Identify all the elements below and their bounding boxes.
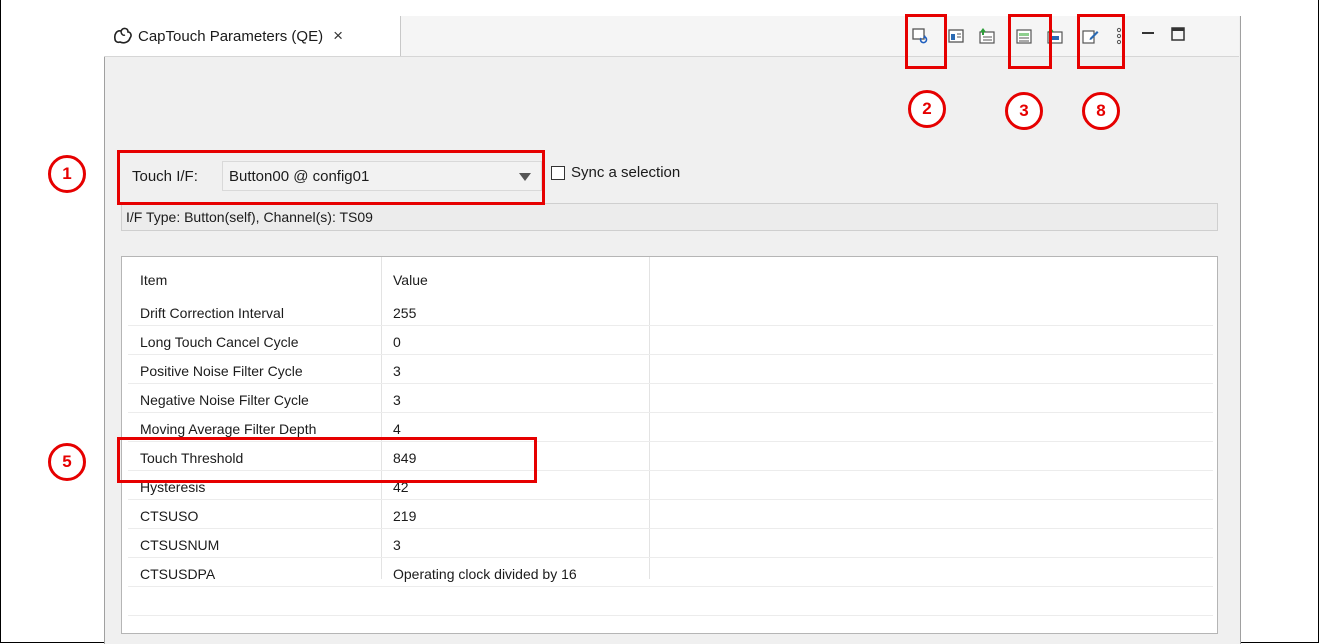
minimize-button[interactable] [1138, 24, 1158, 44]
table-row[interactable]: CTSUSDPA Operating clock divided by 16 [128, 562, 1213, 587]
panel-view-icon [948, 29, 964, 43]
item-cell: CTSUSDPA [140, 566, 216, 582]
callout-8: 8 [1082, 92, 1120, 130]
callout-2: 2 [908, 90, 946, 128]
item-cell: Drift Correction Interval [140, 305, 284, 321]
callout-5: 5 [48, 443, 86, 481]
table-row[interactable]: Positive Noise Filter Cycle 3 [128, 359, 1213, 384]
sync-selection-label: Sync a selection [571, 164, 681, 181]
tab-captouch-parameters[interactable]: CapTouch Parameters (QE) × [104, 16, 401, 56]
value-cell[interactable]: 3 [393, 363, 401, 379]
checkbox-box[interactable] [551, 165, 565, 180]
header-value[interactable]: Value [393, 272, 428, 288]
import-button[interactable] [977, 26, 997, 46]
view-tab-bar: CapTouch Parameters (QE) × [104, 16, 1239, 57]
maximize-button[interactable] [1168, 24, 1188, 44]
value-cell[interactable]: 3 [393, 392, 401, 408]
item-cell: Long Touch Cancel Cycle [140, 334, 299, 350]
minimize-icon [1142, 32, 1154, 34]
annotation-box-touch-threshold [117, 437, 537, 483]
item-cell: CTSUSO [140, 508, 199, 524]
tab-title: CapTouch Parameters (QE) [138, 27, 324, 45]
value-cell[interactable]: 0 [393, 334, 401, 350]
callout-1: 1 [48, 155, 86, 193]
captouch-hand-icon [114, 27, 132, 44]
table-row[interactable]: CTSUSO 219 [128, 504, 1213, 529]
callout-3: 3 [1005, 92, 1043, 130]
sync-selection-checkbox[interactable]: Sync a selection [551, 164, 680, 181]
import-icon [979, 28, 995, 44]
if-type-text: I/F Type: Button(self), Channel(s): TS09 [126, 209, 373, 225]
table-row[interactable]: CTSUSNUM 3 [128, 533, 1213, 558]
value-cell[interactable]: 4 [393, 421, 401, 437]
value-cell[interactable]: 255 [393, 305, 416, 321]
annotation-box-edit [1077, 14, 1125, 69]
value-cell[interactable]: Operating clock divided by 16 [393, 566, 577, 582]
item-cell: Positive Noise Filter Cycle [140, 363, 303, 379]
value-cell[interactable]: 219 [393, 508, 416, 524]
table-row-empty[interactable] [128, 591, 1213, 616]
annotation-box-touch-if [117, 150, 545, 205]
if-type-info: I/F Type: Button(self), Channel(s): TS09 [121, 203, 1218, 231]
table-row[interactable]: Negative Noise Filter Cycle 3 [128, 388, 1213, 413]
value-cell[interactable]: 3 [393, 537, 401, 553]
annotation-box-export [1008, 14, 1052, 69]
item-cell: Negative Noise Filter Cycle [140, 392, 309, 408]
maximize-icon [1171, 27, 1185, 41]
item-cell: Moving Average Filter Depth [140, 421, 317, 437]
header-item[interactable]: Item [140, 272, 167, 288]
table-row[interactable]: Drift Correction Interval 255 [128, 301, 1213, 326]
close-icon[interactable]: × [333, 26, 343, 46]
annotation-box-refresh [905, 14, 947, 69]
item-cell: CTSUSNUM [140, 537, 220, 553]
panel-view-button[interactable] [946, 26, 966, 46]
table-row[interactable]: Long Touch Cancel Cycle 0 [128, 330, 1213, 355]
